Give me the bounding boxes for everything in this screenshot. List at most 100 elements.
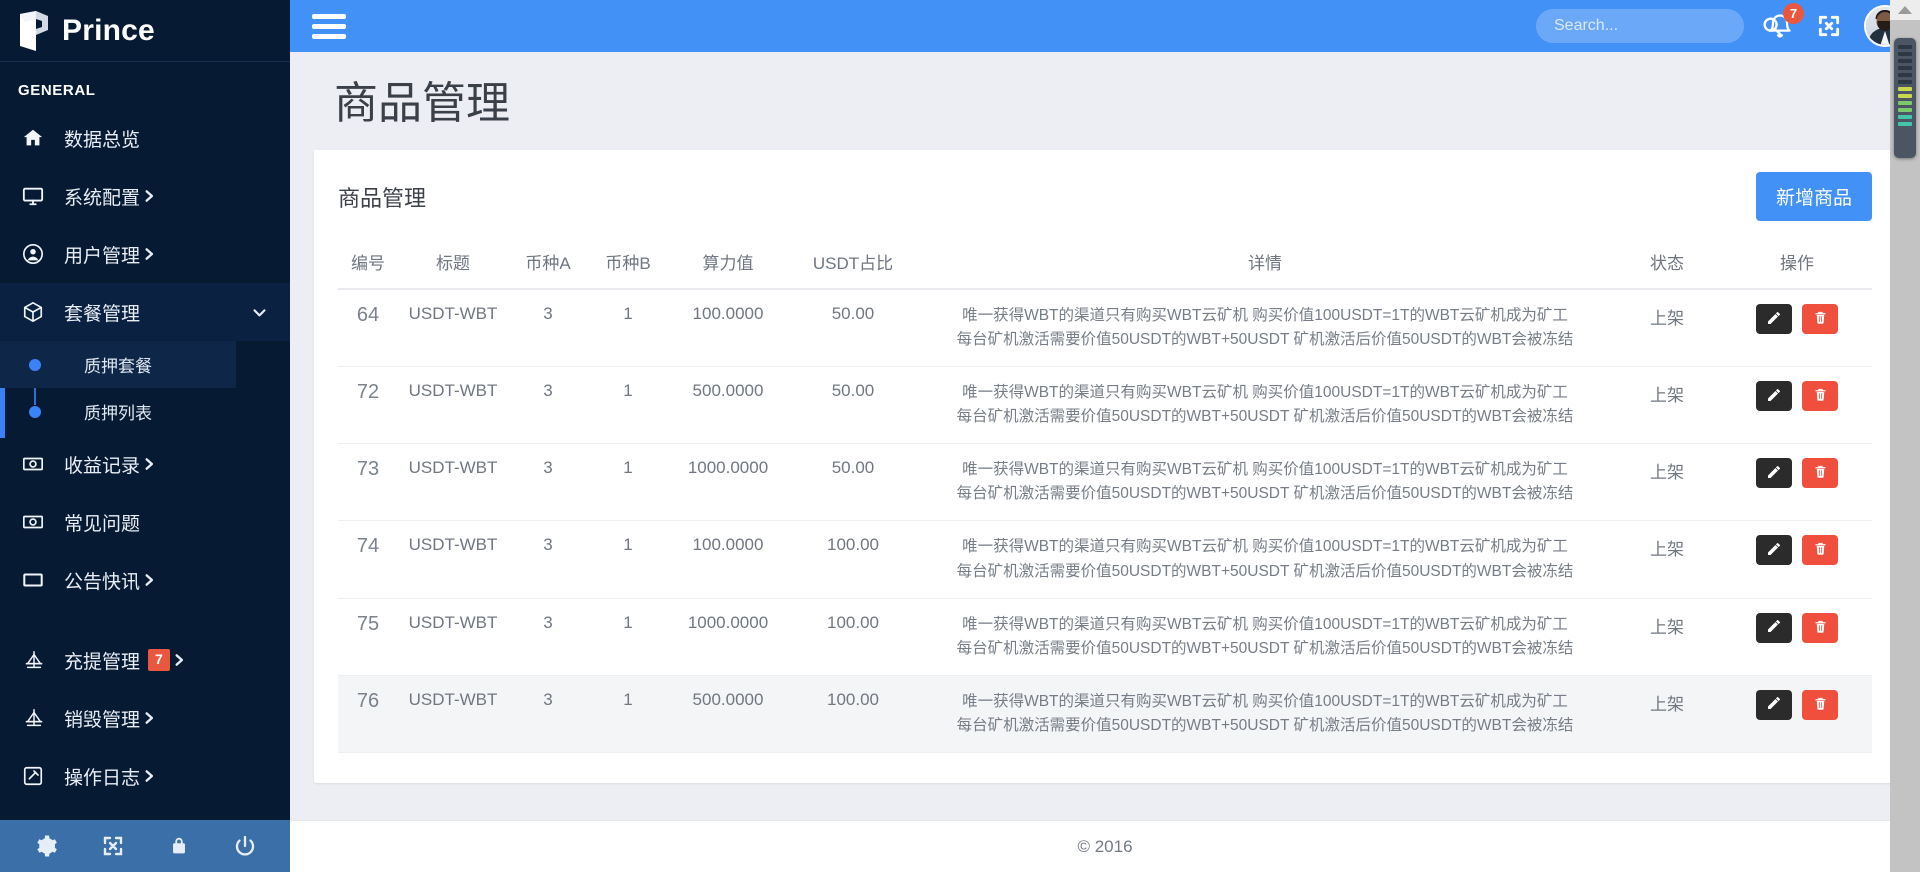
power-icon[interactable] <box>233 834 257 858</box>
cell-power: 500.0000 <box>668 366 788 445</box>
detail-line-1: 唯一获得WBT的渠道只有购买WBT云矿机 购买价值100USDT=1T的WBT云… <box>962 615 1568 633</box>
brand[interactable]: Prince <box>0 0 290 62</box>
sidebar-item-faq[interactable]: 常见问题 <box>0 493 290 551</box>
cell-coin-b: 1 <box>588 289 668 368</box>
card-title: 商品管理 <box>338 185 427 211</box>
detail-line-1: 唯一获得WBT的渠道只有购买WBT云矿机 购买价值100USDT=1T的WBT云… <box>962 384 1568 402</box>
sidebar-item-income-records[interactable]: 收益记录 <box>0 435 290 493</box>
chevron-right-icon <box>142 769 156 783</box>
page-footer: © 2016 <box>290 820 1920 872</box>
chevron-down-icon <box>251 304 268 321</box>
sidebar-item-burn-management[interactable]: 销毁管理 <box>0 689 290 747</box>
page-scrollbar[interactable] <box>1890 0 1920 872</box>
column-header-power[interactable]: 算力值 <box>668 243 788 291</box>
column-header-actions[interactable]: 操作 <box>1722 243 1872 291</box>
delete-button[interactable] <box>1802 535 1838 566</box>
chevron-right-icon <box>142 247 156 261</box>
pencil-icon <box>1766 695 1782 714</box>
detail-line-2: 每台矿机激活需要价值50USDT的WBT+50USDT 矿机激活后价值50USD… <box>956 408 1574 426</box>
column-header-title[interactable]: 标题 <box>398 243 508 291</box>
table-row[interactable]: 72 USDT-WBT 3 1 500.0000 50.00 唯一获得WBT的渠道只有购买W… <box>338 366 1872 445</box>
cell-power: 100.0000 <box>668 289 788 368</box>
delete-button[interactable] <box>1802 381 1838 412</box>
hamburger-icon[interactable] <box>312 9 346 44</box>
sidebar-item-label: 系统配置 <box>64 187 141 209</box>
table-row[interactable]: 75 USDT-WBT 3 1 1000.0000 100.00 唯一获得WBT的渠道只有购… <box>338 598 1872 676</box>
cell-detail: 唯一获得WBT的渠道只有购买WBT云矿机 购买价值100USDT=1T的WBT云… <box>918 443 1612 522</box>
table-row[interactable]: 64 USDT-WBT 3 1 100.0000 50.00 唯一获得WBT的渠道只有购买W… <box>338 289 1872 368</box>
sidebar-item-system-config[interactable]: 系统配置 <box>0 167 290 225</box>
edit-button[interactable] <box>1756 612 1792 643</box>
edit-button[interactable] <box>1756 535 1792 566</box>
sidebar-item-operation-log[interactable]: 操作日志 <box>0 747 290 805</box>
sidebar-item-announcements[interactable]: 公告快讯 <box>0 551 290 609</box>
pencil-icon <box>1766 387 1782 406</box>
user-circle-icon <box>22 243 52 265</box>
sidebar-item-package-management[interactable]: 套餐管理 <box>0 283 290 341</box>
expand-arrows-icon[interactable] <box>1816 13 1842 39</box>
sidebar: Prince GENERAL 数据总览 系统配置 用户管理 套餐管理 质押套餐 … <box>0 0 290 872</box>
delete-button[interactable] <box>1802 689 1838 720</box>
sidebar-item-label: 操作日志 <box>64 767 141 789</box>
pencil-icon <box>1766 618 1782 637</box>
column-header-status[interactable]: 状态 <box>1612 243 1722 291</box>
trash-icon <box>1813 310 1828 328</box>
column-header-coin-b[interactable]: 币种B <box>588 243 668 291</box>
status-badge: 上架 <box>1612 520 1722 599</box>
sidebar-subitem-pledge-list[interactable]: 质押列表 <box>0 388 290 435</box>
search-input[interactable] <box>1554 17 1761 35</box>
table-row[interactable]: 74 USDT-WBT 3 1 100.0000 100.00 唯一获得WBT的渠道只有购买… <box>338 520 1872 599</box>
add-product-button[interactable]: 新增商品 <box>1755 172 1872 222</box>
sidebar-footer <box>0 820 290 872</box>
sidebar-item-deposit-withdraw[interactable]: 充提管理 7 <box>0 631 290 689</box>
cell-usdt-ratio: 50.00 <box>788 366 918 445</box>
cell-coin-b: 1 <box>588 520 668 599</box>
cell-power: 1000.0000 <box>668 598 788 676</box>
search-box[interactable] <box>1536 9 1782 43</box>
action-buttons <box>1730 304 1864 335</box>
table-row[interactable]: 76 USDT-WBT 3 1 500.0000 100.00 唯一获得WBT的渠道只有购买… <box>338 675 1872 753</box>
lock-icon[interactable] <box>168 835 190 857</box>
cell-coin-b: 1 <box>588 366 668 445</box>
sidebar-subitem-label: 质押列表 <box>84 404 152 423</box>
app-root: Prince GENERAL 数据总览 系统配置 用户管理 套餐管理 质押套餐 … <box>0 0 1920 872</box>
notifications-button[interactable]: 7 <box>1766 3 1804 40</box>
chevron-right-icon <box>142 189 156 203</box>
edit-button[interactable] <box>1756 458 1792 489</box>
cell-actions <box>1722 366 1872 445</box>
scroll-up-arrow-icon[interactable] <box>1890 0 1920 20</box>
edit-button[interactable] <box>1756 381 1792 412</box>
cell-detail: 唯一获得WBT的渠道只有购买WBT云矿机 购买价值100USDT=1T的WBT云… <box>918 675 1612 753</box>
cell-title: USDT-WBT <box>398 366 508 445</box>
scrollbar-thumb[interactable] <box>1894 38 1916 158</box>
cell-actions <box>1722 289 1872 368</box>
sidebar-item-dashboard[interactable]: 数据总览 <box>0 109 290 167</box>
delete-button[interactable] <box>1802 304 1838 335</box>
cell-detail: 唯一获得WBT的渠道只有购买WBT云矿机 购买价值100USDT=1T的WBT云… <box>918 366 1612 445</box>
column-header-usdt[interactable]: USDT占比 <box>788 243 918 291</box>
expand-icon[interactable] <box>101 834 125 858</box>
edit-button[interactable] <box>1756 689 1792 720</box>
column-header-coin-a[interactable]: 币种A <box>508 243 588 291</box>
sidebar-subitem-pledge-package[interactable]: 质押套餐 <box>0 341 236 388</box>
sidebar-item-user-management[interactable]: 用户管理 <box>0 225 290 283</box>
product-card: 商品管理 新增商品 编号 标题 币种A 币种B 算力值 USDT占比 详情 状态… <box>314 150 1896 783</box>
content-area: 商品管理 商品管理 新增商品 编号 标题 币种A 币种B 算力值 USDT占比 … <box>290 52 1920 820</box>
sidebar-item-label: 销毁管理 <box>64 709 141 731</box>
delete-button[interactable] <box>1802 612 1838 643</box>
table-row[interactable]: 73 USDT-WBT 3 1 1000.0000 50.00 唯一获得WBT的渠道只有购买… <box>338 443 1872 522</box>
column-header-id[interactable]: 编号 <box>338 243 398 291</box>
column-header-detail[interactable]: 详情 <box>918 243 1612 291</box>
monitor-icon <box>22 185 52 207</box>
cell-usdt-ratio: 100.00 <box>788 520 918 599</box>
gear-icon[interactable] <box>34 834 58 858</box>
trash-icon <box>1813 464 1828 482</box>
cell-coin-a: 3 <box>508 366 588 445</box>
action-buttons <box>1730 612 1864 643</box>
cell-actions <box>1722 675 1872 753</box>
detail-line-1: 唯一获得WBT的渠道只有购买WBT云矿机 购买价值100USDT=1T的WBT云… <box>962 692 1568 710</box>
delete-button[interactable] <box>1802 458 1838 489</box>
sidebar-badge-count: 7 <box>148 649 170 671</box>
edit-button[interactable] <box>1756 304 1792 335</box>
main-area: 7 商品管理 商品管理 新增商品 <box>290 0 1920 872</box>
